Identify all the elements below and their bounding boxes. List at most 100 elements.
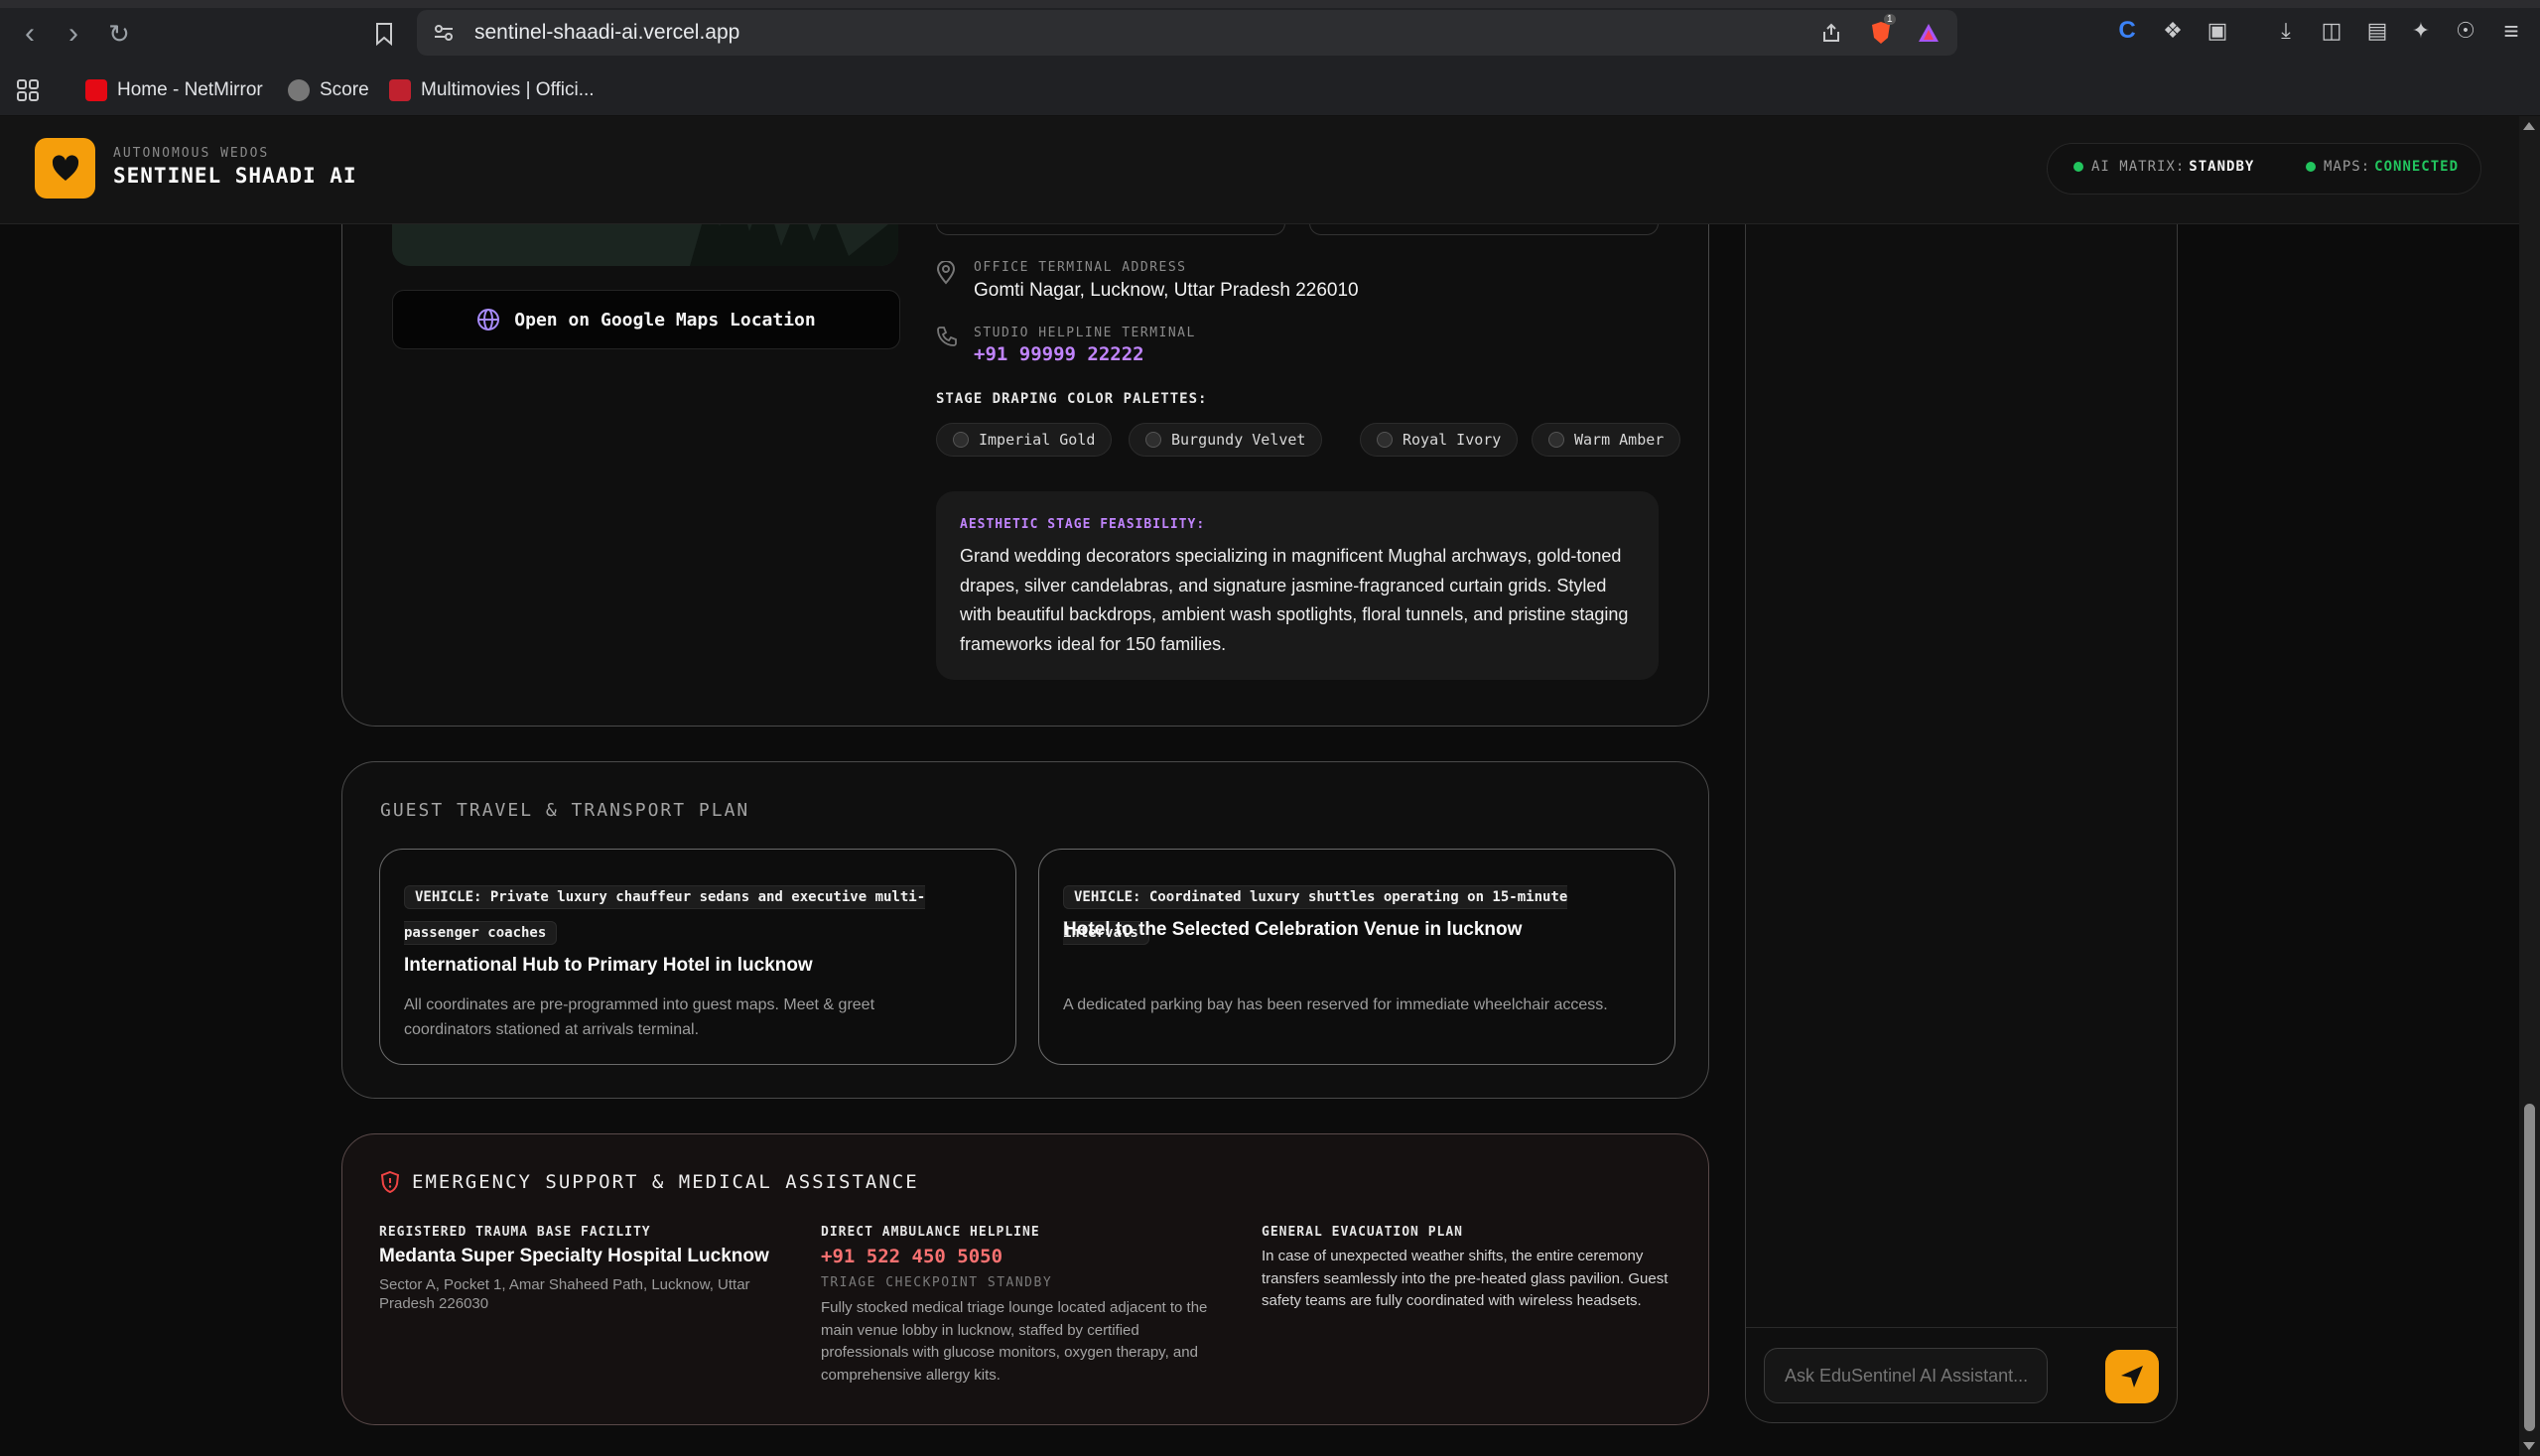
evac-text: In case of unexpected weather shifts, th… <box>1262 1248 1669 1309</box>
transport-card-item: VEHICLE: Private luxury chauffeur sedans… <box>379 849 1016 1065</box>
phone-icon <box>937 327 957 346</box>
brand-title: SENTINEL SHAADI AI <box>113 164 357 188</box>
status-value: STANDBY <box>2189 159 2255 175</box>
scroll-up-icon[interactable] <box>2523 122 2535 130</box>
page-viewport: Open on Google Maps Location OFFICE TERM… <box>0 116 2519 1456</box>
reload-icon[interactable]: ↻ <box>99 14 139 54</box>
ambulance-label: DIRECT AMBULANCE HELPLINE <box>821 1225 1040 1240</box>
shields-badge: 1 <box>1884 14 1896 25</box>
bookmark-label: Score <box>320 79 369 100</box>
apps-grid-icon[interactable] <box>16 73 40 107</box>
back-icon[interactable]: ‹ <box>10 14 50 54</box>
url-text[interactable]: sentinel-shaadi-ai.vercel.app <box>474 21 739 45</box>
share-icon[interactable] <box>1816 18 1846 48</box>
palette-swatch <box>1377 432 1393 448</box>
ai-matrix-status: AI MATRIX: STANDBY <box>2073 159 2254 175</box>
status-label: MAPS: <box>2324 159 2371 175</box>
feasibility-box: AESTHETIC STAGE FEASIBILITY: Grand weddi… <box>936 491 1659 680</box>
scroll-down-icon[interactable] <box>2523 1442 2535 1450</box>
extensions-icon[interactable]: ❖ <box>2158 16 2188 46</box>
wallet-icon[interactable]: ▤ <box>2362 16 2392 46</box>
emergency-card: EMERGENCY SUPPORT & MEDICAL ASSISTANCE R… <box>341 1133 1709 1425</box>
palette-chip[interactable]: Burgundy Velvet <box>1129 423 1323 457</box>
status-dot <box>2306 162 2316 172</box>
route-title: Hotel to the Selected Celebration Venue … <box>1063 919 1523 940</box>
transport-heading: GUEST TRAVEL & TRANSPORT PLAN <box>380 800 750 821</box>
assistant-input[interactable] <box>1764 1348 2048 1403</box>
bookmark-multimovies[interactable]: Multimovies | Offici... <box>389 73 595 107</box>
divider <box>1746 1327 2177 1328</box>
globe-icon <box>477 309 500 331</box>
send-button[interactable] <box>2105 1350 2159 1403</box>
bookmark-label: Multimovies | Offici... <box>421 79 595 100</box>
app-header: AUTONOMOUS WEDOS SENTINEL SHAADI AI AI M… <box>0 116 2519 224</box>
palette-name: Burgundy Velvet <box>1171 431 1306 449</box>
route-title: International Hub to Primary Hotel in lu… <box>404 955 813 976</box>
vpn-icon[interactable]: ☉ <box>2451 16 2480 46</box>
vehicle-tag-wrap: VEHICLE: Private luxury chauffeur sedans… <box>404 879 1000 951</box>
status-label: AI MATRIX: <box>2091 159 2186 175</box>
brave-shields-icon[interactable]: 1 <box>1866 14 1896 48</box>
sidebar-toggle-icon[interactable]: ◫ <box>2317 16 2346 46</box>
multimovies-favicon <box>389 79 411 101</box>
send-icon <box>2121 1366 2143 1388</box>
ambulance-number[interactable]: +91 522 450 5050 <box>821 1246 1003 1267</box>
route-note: A dedicated parking bay has been reserve… <box>1063 996 1608 1013</box>
globe-icon <box>288 79 310 101</box>
palette-chip[interactable]: Imperial Gold <box>936 423 1113 457</box>
palette-chip[interactable]: Royal Ivory <box>1360 423 1519 457</box>
bookmark-netmirror[interactable]: Home - NetMirror <box>85 73 263 107</box>
triage-label: TRIAGE CHECKPOINT STANDBY <box>821 1275 1053 1290</box>
facility-name: Medanta Super Specialty Hospital Lucknow <box>379 1246 769 1266</box>
route-note: All coordinates are pre-programmed into … <box>404 996 875 1038</box>
maps-status: MAPS: CONNECTED <box>2306 159 2459 175</box>
brave-rewards-icon[interactable] <box>1914 18 1943 48</box>
palette-chip[interactable]: Warm Amber <box>1532 423 1681 457</box>
bookmarks-bar: Home - NetMirror Score Multimovies | Off… <box>0 66 2540 116</box>
office-address-label: OFFICE TERMINAL ADDRESS <box>974 260 1187 275</box>
helpline-number[interactable]: +91 99999 22222 <box>974 343 1144 365</box>
facility-label: REGISTERED TRAUMA BASE FACILITY <box>379 1225 651 1240</box>
browser-toolbar: ‹ › ↻ sentinel-shaadi-ai.vercel.app 1 C … <box>0 0 2540 66</box>
palette-swatch <box>1145 432 1161 448</box>
screenshot-icon[interactable]: ▣ <box>2203 16 2232 46</box>
palette-swatch <box>953 432 969 448</box>
palette-name: Imperial Gold <box>979 431 1096 449</box>
feasibility-label: AESTHETIC STAGE FEASIBILITY: <box>960 517 1206 532</box>
palette-name: Warm Amber <box>1574 431 1665 449</box>
menu-icon[interactable]: ≡ <box>2496 16 2526 46</box>
shield-icon <box>380 1170 400 1194</box>
page-scrollbar[interactable] <box>2519 116 2540 1456</box>
brand-logo[interactable] <box>35 138 95 199</box>
triage-text: Fully stocked medical triage lounge loca… <box>821 1299 1208 1384</box>
heart-icon <box>52 154 78 181</box>
extension-c-icon[interactable]: C <box>2112 16 2142 46</box>
office-address: Gomti Nagar, Lucknow, Uttar Pradesh 2260… <box>974 280 1359 301</box>
facility-address: Sector A, Pocket 1, Amar Shaheed Path, L… <box>379 1276 750 1312</box>
address-bar[interactable]: sentinel-shaadi-ai.vercel.app 1 <box>417 10 1957 56</box>
status-indicator: AI MATRIX: STANDBY MAPS: CONNECTED <box>2047 143 2481 195</box>
status-dot <box>2073 162 2083 172</box>
site-settings-icon[interactable] <box>433 22 455 44</box>
scrollbar-thumb[interactable] <box>2524 1104 2535 1431</box>
palette-swatch <box>1548 432 1564 448</box>
brand-subtitle: AUTONOMOUS WEDOS <box>113 146 270 161</box>
palette-name: Royal Ivory <box>1403 431 1502 449</box>
helpline-label: STUDIO HELPLINE TERMINAL <box>974 326 1196 340</box>
vehicle-tag: VEHICLE: Private luxury chauffeur sedans… <box>404 885 926 945</box>
location-pin-icon <box>936 261 956 285</box>
bookmark-label: Home - NetMirror <box>117 79 263 100</box>
download-icon[interactable]: ⤓ <box>2271 16 2301 46</box>
tab-strip <box>0 0 2540 8</box>
status-value: CONNECTED <box>2374 159 2460 175</box>
open-maps-button[interactable]: Open on Google Maps Location <box>392 290 900 349</box>
leo-ai-icon[interactable]: ✦ <box>2406 16 2436 46</box>
palettes-label: STAGE DRAPING COLOR PALETTES: <box>936 391 1208 407</box>
assistant-panel <box>1745 116 2178 1423</box>
forward-icon[interactable]: › <box>54 14 93 54</box>
bookmark-score[interactable]: Score <box>288 73 369 107</box>
netmirror-favicon <box>85 79 107 101</box>
evac-label: GENERAL EVACUATION PLAN <box>1262 1225 1464 1240</box>
bookmark-icon[interactable] <box>364 14 404 54</box>
transport-card-item: VEHICLE: Coordinated luxury shuttles ope… <box>1038 849 1675 1065</box>
